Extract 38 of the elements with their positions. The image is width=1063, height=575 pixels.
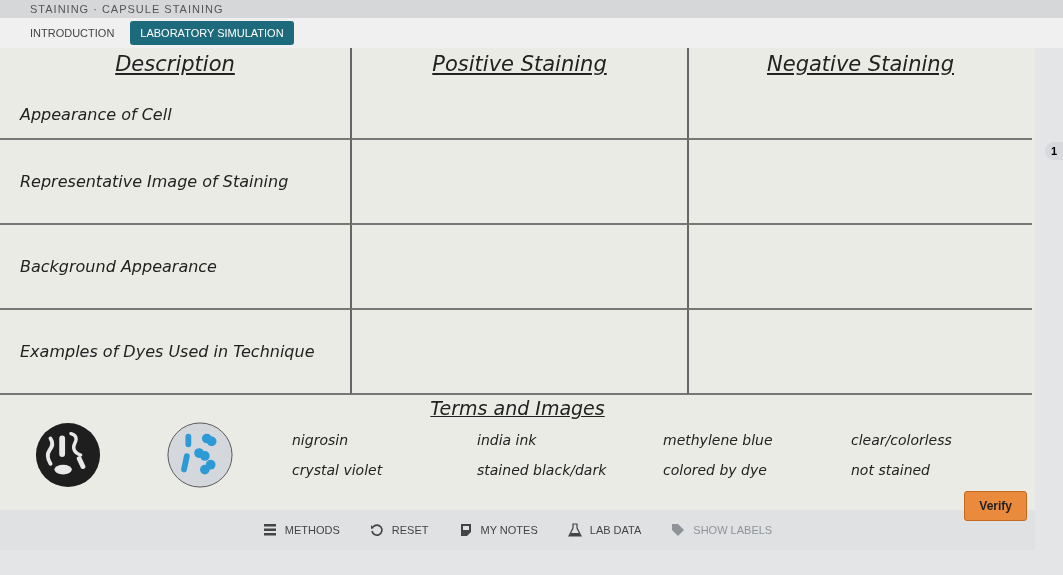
draggable-term[interactable]: not stained [851, 462, 1001, 478]
drop-cell[interactable] [687, 90, 1032, 140]
tab[interactable]: INTRODUCTION [20, 21, 125, 45]
breadcrumb-title: STAINING · CAPSULE STAINING [30, 3, 224, 15]
drop-cell[interactable] [350, 225, 687, 310]
draggable-term[interactable]: stained black/dark [477, 462, 663, 478]
notepad-icon [458, 523, 473, 537]
list-icon [262, 523, 277, 537]
column-header: Negative Staining [767, 52, 954, 76]
page-badge: 1 [1045, 142, 1063, 160]
drop-cell[interactable] [687, 310, 1032, 395]
row-label: Examples of Dyes Used in Technique [20, 342, 315, 361]
drop-cell[interactable] [350, 310, 687, 395]
drop-cell[interactable] [350, 90, 687, 140]
flask-icon [567, 523, 582, 537]
column-header: Positive Staining [432, 52, 607, 76]
toolbar-button[interactable]: METHODS [260, 521, 342, 539]
toolbar-button[interactable]: RESET [367, 521, 431, 539]
column-header: Description [115, 52, 235, 76]
tag-icon [671, 523, 686, 537]
verify-button[interactable]: Verify [964, 491, 1027, 521]
drop-cell[interactable] [350, 140, 687, 225]
drop-cell[interactable] [687, 225, 1032, 310]
draggable-term[interactable]: crystal violet [292, 462, 477, 478]
toolbar-button[interactable]: LAB DATA [565, 521, 644, 539]
draggable-term[interactable]: clear/colorless [851, 432, 1001, 448]
reset-icon [369, 523, 384, 537]
draggable-term[interactable]: nigrosin [292, 432, 477, 448]
terms-heading: Terms and Images [430, 397, 605, 419]
toolbar-button[interactable]: MY NOTES [456, 521, 540, 539]
row-label: Appearance of Cell [20, 104, 172, 124]
draggable-term[interactable]: colored by dye [663, 462, 851, 478]
row-label: Background Appearance [20, 257, 217, 276]
tab[interactable]: LABORATORY SIMULATION [130, 21, 294, 45]
row-label: Representative Image of Staining [20, 172, 289, 191]
drop-cell[interactable] [687, 140, 1032, 225]
draggable-term[interactable]: india ink [477, 432, 663, 448]
draggable-term[interactable]: methylene blue [663, 432, 851, 448]
